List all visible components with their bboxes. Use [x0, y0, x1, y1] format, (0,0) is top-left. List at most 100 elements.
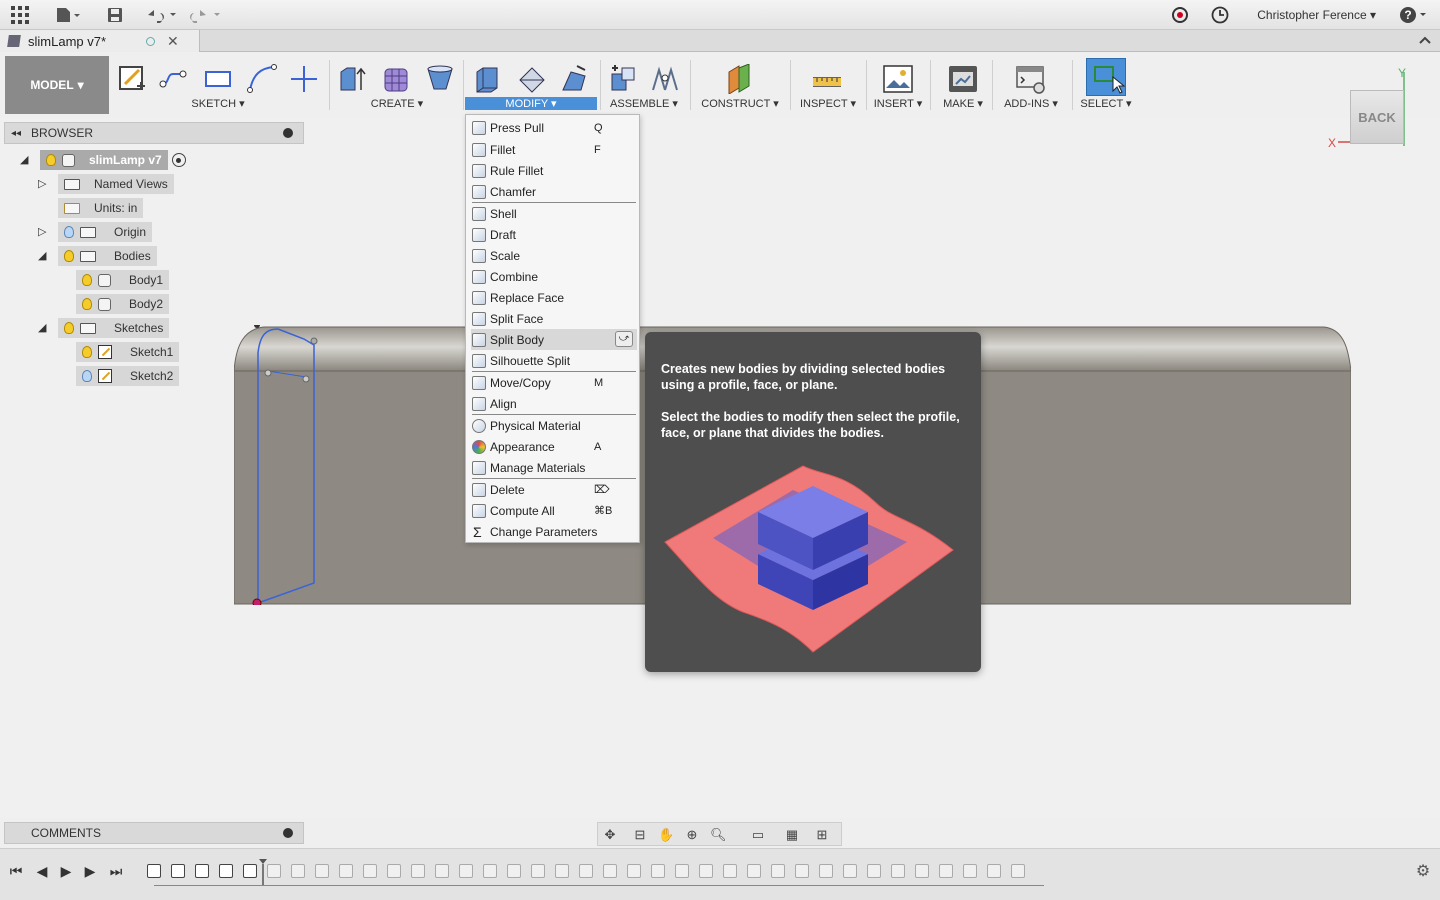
- fit-zoom-icon[interactable]: 🔍︎: [710, 827, 727, 843]
- timeline-feature-icon[interactable]: [315, 864, 329, 878]
- menu-item-move-copy[interactable]: Move/Copy M: [466, 372, 639, 393]
- menu-item-press-pull[interactable]: Press Pull Q: [466, 117, 639, 138]
- timeline-feature-icon[interactable]: [147, 864, 161, 878]
- inspect-group[interactable]: INSPECT ▾: [798, 56, 858, 114]
- chamfer-icon[interactable]: [559, 64, 589, 94]
- menu-item-combine[interactable]: Combine: [466, 266, 639, 287]
- browser-item-named-views[interactable]: ▷ Named Views: [38, 174, 174, 194]
- visibility-bulb-icon[interactable]: [64, 226, 74, 238]
- menu-item-silhouette-split[interactable]: Silhouette Split: [466, 350, 639, 371]
- menu-item-delete[interactable]: Delete ⌦: [466, 479, 639, 500]
- menu-item-chamfer[interactable]: Chamfer: [466, 181, 639, 202]
- press-pull-icon[interactable]: [473, 64, 503, 94]
- modify-group[interactable]: MODIFY ▾: [465, 56, 597, 114]
- display-settings-icon[interactable]: ▭: [750, 827, 766, 843]
- viewcube[interactable]: BACK: [1350, 90, 1404, 144]
- zoom-icon[interactable]: ⊕: [684, 827, 700, 843]
- user-menu[interactable]: Christopher Ference ▾: [1257, 8, 1376, 22]
- menu-item-split-face[interactable]: Split Face: [466, 308, 639, 329]
- undo-icon[interactable]: [144, 5, 178, 25]
- timeline-feature-icon[interactable]: [723, 864, 737, 878]
- go-to-end-icon[interactable]: ⏭: [108, 863, 124, 879]
- collapse-triangle-icon[interactable]: ◢: [20, 155, 30, 166]
- browser-item-units[interactable]: Units: in: [58, 198, 144, 218]
- timeline-feature-icon[interactable]: [627, 864, 641, 878]
- step-back-icon[interactable]: ◀: [34, 863, 50, 879]
- visibility-bulb-icon[interactable]: [82, 346, 92, 358]
- timeline-feature-icon[interactable]: [459, 864, 473, 878]
- timeline-feature-icon[interactable]: [915, 864, 929, 878]
- add-comment-icon[interactable]: [283, 828, 293, 838]
- timeline-settings-gear-icon[interactable]: ⚙: [1414, 863, 1432, 881]
- expand-triangle-icon[interactable]: ▷: [38, 227, 48, 238]
- timeline-feature-icon[interactable]: [195, 864, 209, 878]
- timeline-feature-icon[interactable]: [267, 864, 281, 878]
- close-tab-icon[interactable]: ✕: [167, 33, 179, 50]
- expand-triangle-icon[interactable]: ▷: [38, 179, 48, 190]
- comments-panel-header[interactable]: COMMENTS: [4, 822, 304, 844]
- collapse-browser-icon[interactable]: ◂◂: [11, 128, 21, 139]
- rectangle-tool-icon[interactable]: [203, 64, 233, 94]
- loft-icon[interactable]: [425, 64, 455, 94]
- timeline-feature-icon[interactable]: [891, 864, 905, 878]
- visibility-bulb-icon[interactable]: [82, 298, 92, 310]
- timeline-feature-icon[interactable]: [387, 864, 401, 878]
- app-grid-icon[interactable]: [10, 5, 30, 25]
- timeline-feature-icon[interactable]: [579, 864, 593, 878]
- point-tool-icon[interactable]: [289, 64, 319, 94]
- timeline-feature-icon[interactable]: [771, 864, 785, 878]
- timeline-feature-icon[interactable]: [963, 864, 977, 878]
- menu-item-align[interactable]: Align: [466, 393, 639, 414]
- create-group[interactable]: CREATE ▾: [333, 56, 461, 114]
- menu-item-rule-fillet[interactable]: Rule Fillet: [466, 160, 639, 181]
- timeline-feature-icon[interactable]: [339, 864, 353, 878]
- insert-group[interactable]: INSERT ▾: [870, 56, 926, 114]
- select-group[interactable]: SELECT ▾: [1078, 56, 1134, 114]
- timeline-feature-icon[interactable]: [939, 864, 953, 878]
- fillet-icon[interactable]: [517, 64, 547, 94]
- menu-item-split-body[interactable]: Split Body ⤻: [471, 329, 637, 350]
- timeline-feature-icon[interactable]: [483, 864, 497, 878]
- construct-group[interactable]: CONSTRUCT ▾: [700, 56, 780, 114]
- record-icon[interactable]: [1172, 7, 1188, 23]
- make-group[interactable]: MAKE ▾: [938, 56, 988, 114]
- timeline-feature-icon[interactable]: [819, 864, 833, 878]
- orbit-icon[interactable]: ✥: [602, 827, 618, 843]
- menu-item-draft[interactable]: Draft: [466, 224, 639, 245]
- pin-to-toolbar-icon[interactable]: ⤻: [615, 331, 633, 347]
- timeline-feature-icon[interactable]: [987, 864, 1001, 878]
- sketch-group[interactable]: SKETCH ▾: [113, 56, 323, 114]
- select-tool-icon[interactable]: [1086, 58, 1126, 96]
- assemble-group[interactable]: ASSEMBLE ▾: [602, 56, 686, 114]
- menu-item-manage-materials[interactable]: Manage Materials: [466, 457, 639, 478]
- menu-item-fillet[interactable]: Fillet F: [466, 139, 639, 160]
- visibility-bulb-icon[interactable]: [64, 322, 74, 334]
- browser-item-bodies[interactable]: ◢ Bodies: [38, 246, 157, 266]
- extrude-icon[interactable]: [337, 64, 367, 94]
- browser-item-sketch1[interactable]: Sketch1: [76, 342, 180, 362]
- timeline-feature-icon[interactable]: [363, 864, 377, 878]
- browser-minimize-icon[interactable]: [283, 128, 293, 138]
- measure-icon[interactable]: [812, 64, 842, 94]
- save-icon[interactable]: [106, 5, 124, 25]
- grid-settings-icon[interactable]: ▦: [784, 827, 800, 843]
- browser-item-body2[interactable]: Body2: [76, 294, 170, 314]
- insert-image-icon[interactable]: [883, 64, 913, 94]
- menu-item-appearance[interactable]: Appearance A: [466, 436, 639, 457]
- joint-icon[interactable]: [650, 64, 680, 94]
- timeline-feature-icon[interactable]: [435, 864, 449, 878]
- timeline-feature-icon[interactable]: [219, 864, 233, 878]
- timeline-feature-icon[interactable]: [531, 864, 545, 878]
- collapse-triangle-icon[interactable]: ◢: [38, 323, 48, 334]
- visibility-bulb-icon[interactable]: [82, 274, 92, 286]
- arc-tool-icon[interactable]: [247, 64, 277, 94]
- menu-item-compute-all[interactable]: Compute All ⌘B: [466, 500, 639, 521]
- play-icon[interactable]: ▶: [58, 863, 74, 879]
- form-icon[interactable]: [381, 64, 411, 94]
- menu-item-replace-face[interactable]: Replace Face: [466, 287, 639, 308]
- add-ins-group[interactable]: ADD-INS ▾: [996, 56, 1066, 114]
- timeline-feature-icon[interactable]: [651, 864, 665, 878]
- browser-item-origin[interactable]: ▷ Origin: [38, 222, 153, 242]
- offset-plane-icon[interactable]: [725, 64, 755, 94]
- visibility-bulb-icon[interactable]: [46, 154, 56, 166]
